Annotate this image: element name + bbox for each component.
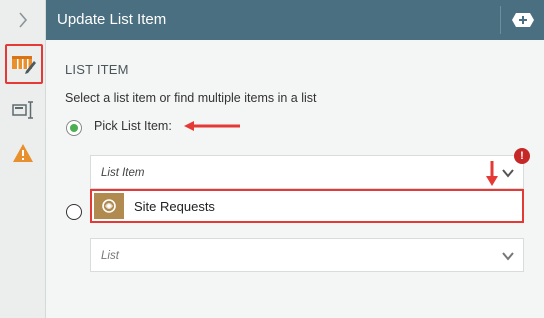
rail-item-list-item[interactable] (5, 44, 43, 84)
radio-pick-list-item-label: Pick List Item: (94, 119, 172, 133)
selected-list-item[interactable]: Site Requests (90, 189, 524, 223)
radio-pick-list-item[interactable] (66, 120, 82, 136)
page-title: Update List Item (57, 11, 167, 28)
update-list-item-panel: Update List Item LIST ITEM Select a list… (0, 0, 544, 318)
error-icon: ! (514, 148, 530, 164)
site-list-icon (102, 199, 116, 213)
radio-find-items[interactable] (66, 204, 82, 220)
add-button[interactable] (510, 9, 536, 31)
list-field[interactable]: List (90, 238, 524, 272)
list-field-label: List (101, 250, 119, 262)
list-icon (94, 193, 124, 219)
list-edit-icon (12, 56, 36, 74)
list-item-field-label: List Item (101, 167, 145, 179)
add-tag-icon (512, 13, 534, 27)
rail-item-text-input[interactable] (0, 90, 46, 130)
panel-header: Update List Item (46, 0, 544, 40)
header-divider (500, 6, 501, 34)
chevron-right-icon (19, 12, 28, 28)
expand-button[interactable] (0, 0, 46, 40)
annotation-arrow-down (486, 161, 498, 186)
warning-icon (13, 144, 33, 162)
chevron-down-icon[interactable] (501, 166, 515, 180)
section-title: LIST ITEM (65, 62, 129, 77)
left-rail (0, 0, 46, 318)
selected-list-item-label: Site Requests (134, 199, 215, 214)
text-input-icon (12, 101, 33, 119)
rail-item-warnings[interactable] (0, 133, 46, 173)
annotation-arrow-left (184, 121, 240, 131)
list-item-field[interactable]: List Item (90, 155, 524, 189)
chevron-down-icon[interactable] (501, 249, 515, 263)
section-description: Select a list item or find multiple item… (65, 91, 317, 105)
